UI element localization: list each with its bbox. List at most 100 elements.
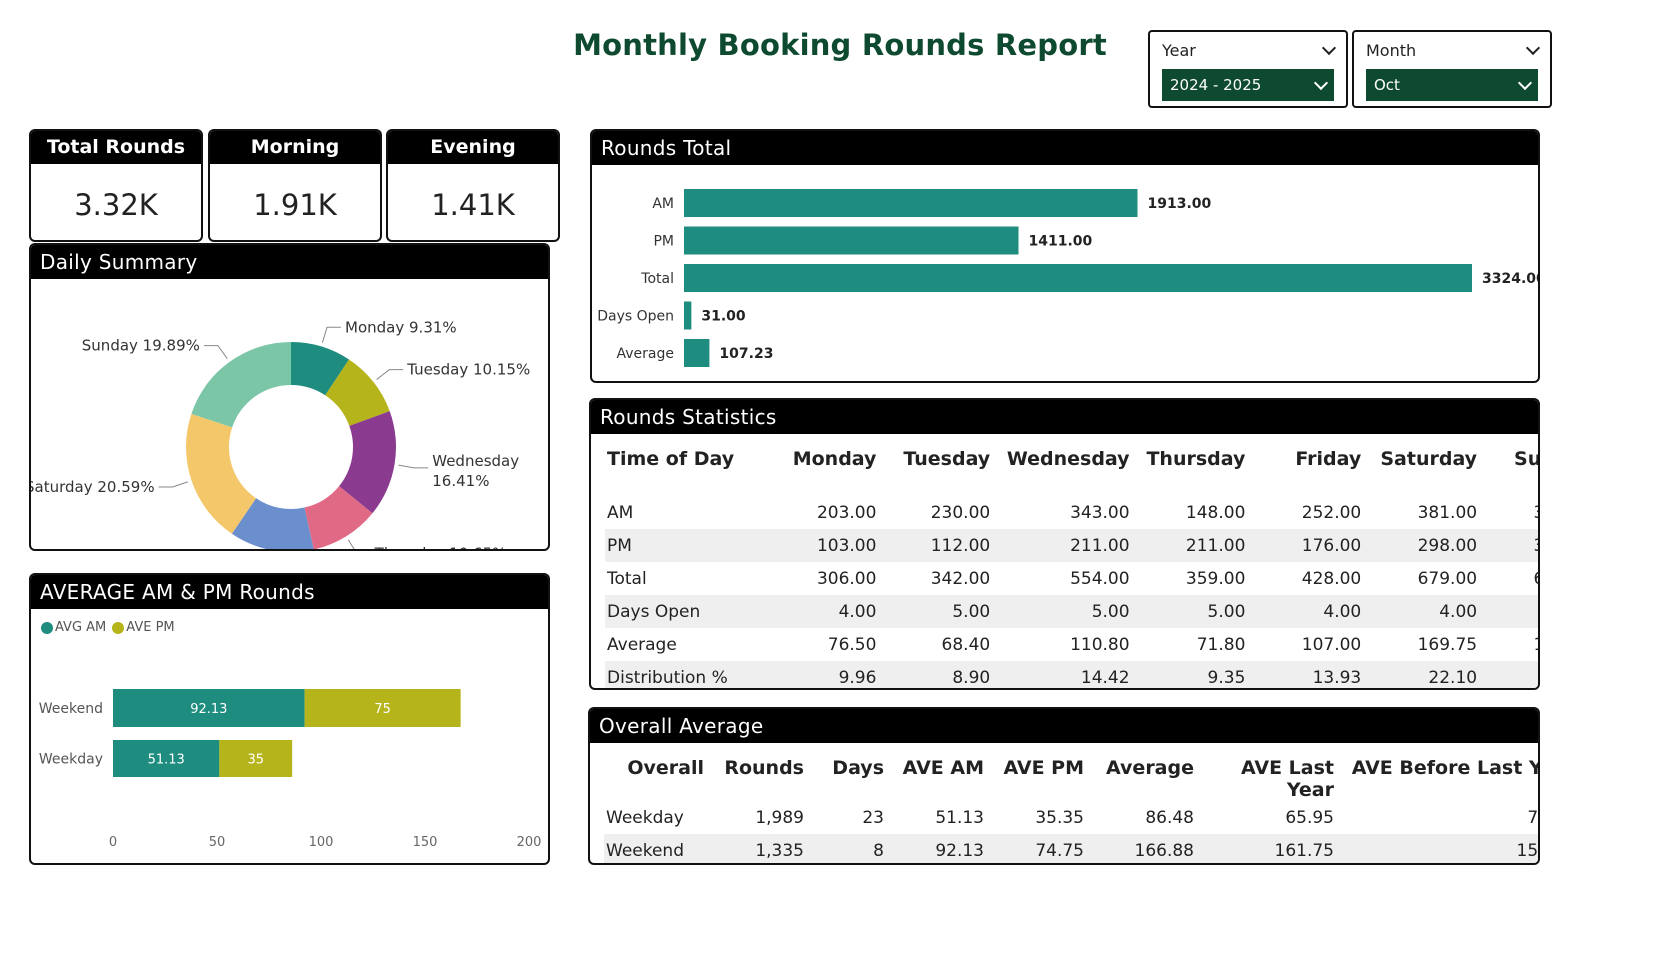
table-header-row: Time of Day Monday Tuesday Wednesday Thursda… bbox=[605, 444, 1538, 488]
bar-value-label: 1411.00 bbox=[1028, 234, 1092, 250]
rounds-total-bar-chart: AM 1913.00 PM 1411.00 Total 3324.00 Days Open 3… bbox=[597, 189, 1538, 367]
donut-slice-label: Wednesday 16.41% bbox=[432, 452, 519, 490]
table-cell: 5.00 bbox=[1141, 595, 1258, 628]
table-cell: 211.00 bbox=[1141, 529, 1258, 562]
table-cell: 161.75 bbox=[1204, 834, 1344, 863]
column-header[interactable]: AVE Before Last Year bbox=[1344, 753, 1538, 801]
donut-leader-line bbox=[158, 481, 188, 488]
table-row: Total 306.00 342.00 554.00 359.00 428.00 679.0… bbox=[605, 562, 1538, 595]
column-header[interactable]: Monday bbox=[760, 444, 888, 488]
table-cell: Distribution % bbox=[605, 661, 761, 688]
bar-segment-label: 92.13 bbox=[190, 702, 227, 717]
donut-slice-label: Saturday 20.59% bbox=[31, 478, 155, 496]
column-header[interactable]: Saturday bbox=[1373, 444, 1489, 488]
month-slicer[interactable]: Month Oct bbox=[1352, 30, 1552, 108]
donut-leader-line bbox=[398, 464, 429, 469]
table-cell: 68.40 bbox=[941, 634, 991, 655]
x-tick-label: 50 bbox=[209, 835, 226, 850]
table-cell: 4.00 bbox=[1489, 595, 1538, 628]
bar-value-label: 31.00 bbox=[701, 309, 746, 325]
table-cell: 148.00 bbox=[1185, 502, 1246, 523]
year-slicer-label: Year bbox=[1162, 40, 1196, 60]
bar-category-label: Weekday bbox=[39, 752, 103, 768]
table-row: Distribution % 9.96 8.90 14.42 9.35 13.93 22.1… bbox=[605, 661, 1538, 688]
kpi-value: 3.32K bbox=[74, 188, 158, 222]
column-header[interactable]: Wednesday bbox=[1002, 444, 1141, 488]
column-header[interactable]: Overall bbox=[604, 753, 714, 801]
table-cell: 428.00 bbox=[1301, 568, 1362, 589]
table-cell: 14.42 bbox=[1002, 661, 1142, 688]
column-header[interactable]: Tuesday bbox=[888, 444, 1002, 488]
table-cell: 679.00 bbox=[1417, 568, 1478, 589]
table-cell: AM bbox=[607, 502, 634, 523]
donut-slice-label: Monday 9.31% bbox=[345, 318, 457, 336]
table-row: PM103.00112.00211.00211.00176.00298.0030… bbox=[605, 529, 1538, 562]
chevron-down-icon[interactable] bbox=[1321, 40, 1337, 55]
column-header[interactable]: AVE PM bbox=[994, 753, 1094, 801]
month-dropdown[interactable]: Oct bbox=[1366, 69, 1538, 101]
table-cell: PM bbox=[605, 529, 761, 562]
chevron-down-icon bbox=[1313, 75, 1329, 90]
daily-summary-panel: Daily Summary Monday 9.31% Tuesday 10.15%… bbox=[29, 243, 550, 551]
bar-category-label: Days Open bbox=[597, 309, 674, 325]
column-header[interactable]: Thursday bbox=[1142, 444, 1258, 488]
chevron-down-icon bbox=[1517, 75, 1533, 90]
table-cell: 86.48 bbox=[1145, 807, 1194, 828]
legend-label: AVG AM bbox=[55, 620, 107, 635]
table-cell: 51.13 bbox=[935, 807, 984, 828]
table-cell: 9.96 bbox=[760, 661, 889, 688]
chart-legend: AVG AM AVE PM bbox=[41, 620, 175, 635]
bar-category-label: AM bbox=[652, 196, 674, 212]
column-header[interactable]: AVE Last Year bbox=[1204, 753, 1344, 801]
table-cell: 176.00 bbox=[1257, 529, 1374, 562]
table-cell: 1,989 bbox=[755, 807, 804, 828]
table-cell: 112.00 bbox=[888, 529, 1003, 562]
legend-label: AVE PM bbox=[126, 620, 175, 635]
chevron-down-icon[interactable] bbox=[1525, 40, 1541, 55]
column-header[interactable]: Average bbox=[1094, 753, 1204, 801]
column-header[interactable]: Time of Day bbox=[605, 444, 760, 488]
bar-value-label: 107.23 bbox=[719, 346, 773, 362]
table-spacer-row bbox=[605, 488, 1538, 496]
table-cell: 203.00 bbox=[816, 502, 877, 523]
bar bbox=[684, 339, 710, 367]
column-header[interactable]: Rounds bbox=[714, 753, 814, 801]
table-cell: 35.35 bbox=[1035, 807, 1084, 828]
kpi-card-morning-rounds: Morning Rounds 1.91K bbox=[208, 129, 382, 242]
year-dropdown[interactable]: 2024 - 2025 bbox=[1162, 69, 1334, 101]
table-cell: 342.00 bbox=[930, 568, 991, 589]
table-cell: 381.00 bbox=[1417, 502, 1478, 523]
table-cell: 153.40 bbox=[1344, 834, 1538, 863]
table-cell: Total bbox=[607, 568, 647, 589]
table-row: Weekend1,335892.1374.75166.88161.75153.4… bbox=[604, 834, 1538, 863]
table-cell: 103.00 bbox=[760, 529, 889, 562]
column-header[interactable]: Friday bbox=[1257, 444, 1373, 488]
legend-dot-icon bbox=[112, 621, 125, 634]
bar bbox=[684, 226, 1019, 255]
table-cell: 554.00 bbox=[1070, 568, 1130, 589]
column-header[interactable]: Days bbox=[814, 753, 894, 801]
table-cell: 656.00 bbox=[1489, 562, 1538, 595]
column-header[interactable]: AVE AM bbox=[894, 753, 994, 801]
x-tick-label: 100 bbox=[309, 835, 334, 850]
table-cell: 211.00 bbox=[1002, 529, 1142, 562]
table-cell: 76.50 bbox=[827, 634, 877, 655]
kpi-card-evening-rounds: Evening Rounds 1.41K bbox=[386, 129, 560, 242]
column-header[interactable]: Sunday bbox=[1489, 444, 1538, 488]
legend-dot-icon bbox=[41, 621, 53, 634]
page-title: Monthly Booking Rounds Report bbox=[573, 28, 1107, 62]
kpi-value: 1.91K bbox=[253, 188, 337, 222]
table-cell: 65.95 bbox=[1285, 807, 1334, 828]
table-cell: 4.00 bbox=[1373, 595, 1490, 628]
table-cell: 13.93 bbox=[1257, 661, 1374, 688]
x-tick-label: 200 bbox=[517, 835, 542, 850]
table-cell: 23 bbox=[862, 807, 884, 828]
month-dropdown-value: Oct bbox=[1374, 76, 1400, 94]
year-slicer[interactable]: Year 2024 - 2025 bbox=[1148, 30, 1348, 108]
panel-title: AVERAGE AM & PM Rounds bbox=[31, 575, 548, 609]
table-cell: 359.00 bbox=[1185, 568, 1246, 589]
donut-leader-line bbox=[376, 369, 404, 380]
overall-average-table: Overall Rounds Days AVE AM AVE PM Average AVE … bbox=[604, 753, 1538, 863]
table-cell: 169.75 bbox=[1417, 634, 1478, 655]
table-row: Weekday 1,989 23 51.13 35.35 86.48 65.95 70.86 bbox=[604, 801, 1538, 834]
